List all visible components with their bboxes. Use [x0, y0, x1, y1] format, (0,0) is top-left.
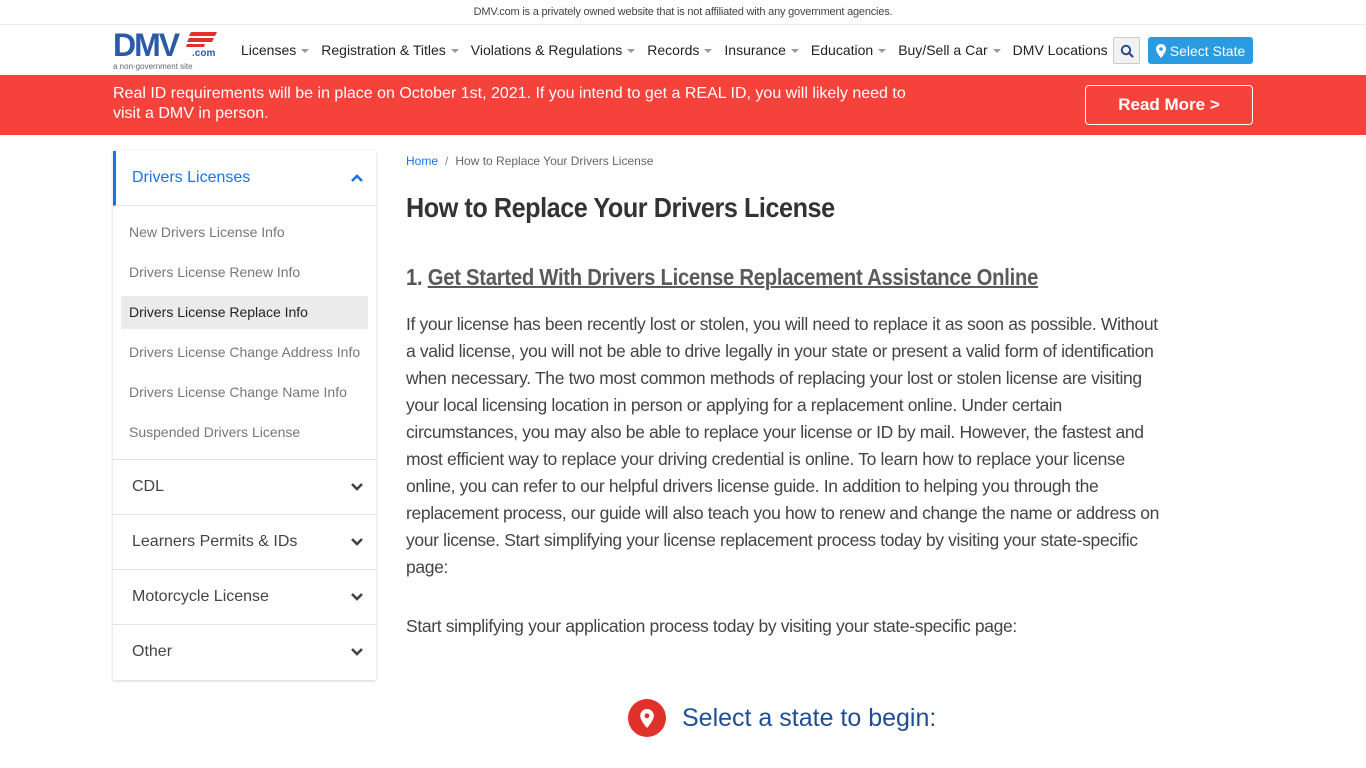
nav-label: Education: [810, 42, 874, 58]
chevron-up-icon: [351, 174, 363, 182]
logo-suffix: .com: [192, 48, 216, 59]
sidebar-section-label: Drivers Licenses: [132, 169, 251, 186]
sidebar-link-list: New Drivers License Info Drivers License…: [113, 206, 376, 460]
nav-dmv-locations[interactable]: DMV Locations: [1013, 42, 1108, 58]
nav-label: Registration & Titles: [321, 42, 446, 58]
location-pin-icon: [628, 699, 666, 737]
caret-down-icon: [450, 49, 459, 53]
read-more-button[interactable]: Read More >: [1085, 85, 1253, 125]
breadcrumb-home-link[interactable]: Home: [406, 154, 438, 168]
sidebar-link-change-address[interactable]: Drivers License Change Address Info: [121, 336, 368, 369]
chevron-down-icon: [351, 538, 363, 546]
site-logo[interactable]: DMV .com a non-government site: [113, 29, 223, 71]
caret-down-icon: [878, 49, 887, 53]
nav-label: Buy/Sell a Car: [898, 42, 988, 58]
sidebar-section-label: CDL: [132, 478, 165, 495]
section-number: 1.: [406, 264, 423, 290]
sidebar-nav: Drivers Licenses New Drivers License Inf…: [113, 151, 376, 680]
page-title: How to Replace Your Drivers License: [406, 192, 835, 223]
nav-label: Insurance: [724, 42, 786, 58]
sidebar-section-label: Motorcycle License: [132, 588, 269, 605]
nav-label: Records: [647, 42, 700, 58]
real-id-alert: Real ID requirements will be in place on…: [0, 75, 1366, 135]
sidebar-section-drivers-licenses[interactable]: Drivers Licenses: [113, 151, 376, 206]
chevron-down-icon: [351, 483, 363, 491]
sidebar-section-learners-permits[interactable]: Learners Permits & IDs: [113, 515, 376, 570]
search-icon: [1120, 44, 1134, 58]
caret-down-icon: [627, 49, 636, 53]
logo-tagline: a non-government site: [113, 62, 193, 71]
sidebar-link-renew[interactable]: Drivers License Renew Info: [121, 256, 368, 289]
nav-label: Violations & Regulations: [470, 42, 623, 58]
sidebar-section-label: Other: [132, 643, 173, 660]
sidebar-link-new-license[interactable]: New Drivers License Info: [121, 216, 368, 249]
logo-brand: DMV: [113, 27, 180, 63]
section-heading-link[interactable]: Get Started With Drivers License Replace…: [428, 264, 1039, 290]
caret-down-icon: [992, 49, 1001, 53]
chevron-down-icon: [351, 593, 363, 601]
main-content: Home / How to Replace Your Drivers License…: [406, 145, 1166, 640]
nav-label: DMV Locations: [1012, 42, 1108, 58]
caret-down-icon: [790, 49, 799, 53]
sidebar-section-cdl[interactable]: CDL: [113, 460, 376, 515]
sidebar-link-replace[interactable]: Drivers License Replace Info: [121, 296, 368, 329]
nav-violations-regulations[interactable]: Violations & Regulations: [471, 42, 636, 58]
nav-licenses[interactable]: Licenses: [241, 42, 310, 58]
nav-label: Licenses: [241, 42, 297, 58]
sidebar-link-suspended[interactable]: Suspended Drivers License: [121, 416, 368, 449]
select-state-cta-text: Select a state to begin:: [682, 703, 937, 732]
select-state-cta[interactable]: Select a state to begin:: [628, 699, 936, 737]
section-heading: 1. Get Started With Drivers License Repl…: [406, 264, 1075, 291]
map-marker-icon: [1155, 43, 1166, 58]
chevron-down-icon: [351, 648, 363, 656]
intro-paragraph: If your license has been recently lost o…: [406, 314, 1160, 577]
breadcrumb-separator: /: [445, 154, 449, 168]
disclaimer-banner: DMV.com is a privately owned website tha…: [0, 0, 1366, 25]
nav-registration-titles[interactable]: Registration & Titles: [321, 42, 459, 58]
breadcrumb: Home / How to Replace Your Drivers License: [406, 154, 1166, 168]
main-nav: Licenses Registration & Titles Violation…: [241, 25, 1120, 75]
cta-paragraph: Start simplifying your application proce…: [406, 616, 1017, 636]
nav-records[interactable]: Records: [647, 42, 713, 58]
sidebar-section-label: Learners Permits & IDs: [132, 533, 298, 550]
sidebar-section-motorcycle[interactable]: Motorcycle License: [113, 570, 376, 625]
sidebar-link-change-name[interactable]: Drivers License Change Name Info: [121, 376, 368, 409]
nav-education[interactable]: Education: [810, 42, 887, 58]
caret-down-icon: [301, 49, 310, 53]
caret-down-icon: [704, 49, 713, 53]
top-navbar: DMV .com a non-government site Licenses …: [0, 25, 1366, 75]
select-state-label: Select State: [1169, 42, 1246, 59]
breadcrumb-current: How to Replace Your Drivers License: [455, 154, 654, 168]
nav-buy-sell-car[interactable]: Buy/Sell a Car: [898, 42, 1001, 58]
sidebar-section-other[interactable]: Other: [113, 625, 376, 680]
alert-text: Real ID requirements will be in place on…: [113, 85, 906, 122]
select-state-button[interactable]: Select State: [1148, 37, 1253, 64]
search-button[interactable]: [1113, 37, 1140, 64]
nav-insurance[interactable]: Insurance: [724, 42, 799, 58]
